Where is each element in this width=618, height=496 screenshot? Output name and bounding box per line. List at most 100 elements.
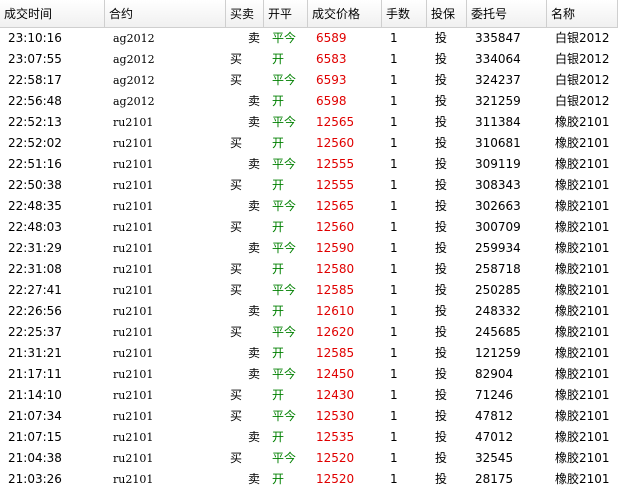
cell-contract: ru2101 xyxy=(113,368,154,381)
cell-price: 12610 xyxy=(316,304,355,318)
cell-time: 21:07:15 xyxy=(8,430,62,444)
table-row[interactable]: 21:31:21 ru2101 卖开 12585 1 投 121259 橡胶2101 xyxy=(0,343,618,364)
cell-contract: ru2101 xyxy=(113,473,154,486)
table-row[interactable]: 22:52:13 ru2101 卖平今 12565 1 投 311384 橡胶2101 xyxy=(0,112,618,133)
cell-price: 12535 xyxy=(316,430,355,444)
cell-order-no: 310681 xyxy=(475,136,521,150)
cell-contract: ag2012 xyxy=(113,95,155,108)
cell-hedge: 投 xyxy=(435,451,448,465)
cell-open-close: 平今 xyxy=(272,241,297,255)
column-header-price[interactable]: 成交价格 xyxy=(308,0,382,27)
table-row[interactable]: 22:48:35 ru2101 卖平今 12565 1 投 302663 橡胶2101 xyxy=(0,196,618,217)
cell-side: 卖 xyxy=(247,304,260,318)
cell-contract: ru2101 xyxy=(113,158,154,171)
table-row[interactable]: 22:56:48 ag2012 卖开 6598 1 投 321259 白银2012 xyxy=(0,91,618,112)
cell-open-close: 平今 xyxy=(272,73,297,87)
table-row[interactable]: 22:50:38 ru2101 买 开 12555 1 投 308343 橡胶2101 xyxy=(0,175,618,196)
table-row[interactable]: 23:10:16 ag2012 卖平今 6589 1 投 335847 白银2012 xyxy=(0,28,618,49)
table-row[interactable]: 21:17:11 ru2101 卖平今 12450 1 投 82904 橡胶2101 xyxy=(0,364,618,385)
cell-hedge: 投 xyxy=(435,430,448,444)
cell-hedge: 投 xyxy=(435,178,448,192)
table-row[interactable]: 22:51:16 ru2101 卖平今 12555 1 投 309119 橡胶2101 xyxy=(0,154,618,175)
cell-hedge: 投 xyxy=(435,199,448,213)
cell-open-close: 平今 xyxy=(272,283,297,297)
column-header-hedge[interactable]: 投保 xyxy=(427,0,467,27)
cell-hedge: 投 xyxy=(435,367,448,381)
cell-qty: 1 xyxy=(390,94,398,108)
column-header-qty[interactable]: 手数 xyxy=(382,0,427,27)
cell-hedge: 投 xyxy=(435,472,448,486)
cell-qty: 1 xyxy=(390,157,398,171)
cell-side: 卖 xyxy=(247,472,260,486)
trade-records-grid: 成交时间 合约 买卖 开平 成交价格 手数 投保 委托号 名称 23:10:16… xyxy=(0,0,618,496)
column-header-time[interactable]: 成交时间 xyxy=(0,0,105,27)
cell-price: 12555 xyxy=(316,157,355,171)
cell-price: 12565 xyxy=(316,199,355,213)
cell-name: 白银2012 xyxy=(555,52,610,66)
cell-time: 21:31:21 xyxy=(8,346,62,360)
cell-qty: 1 xyxy=(390,409,398,423)
table-row[interactable]: 21:14:10 ru2101 买 开 12430 1 投 71246 橡胶2101 xyxy=(0,385,618,406)
cell-contract: ru2101 xyxy=(113,263,154,276)
table-row[interactable]: 22:58:17 ag2012 买 平今 6593 1 投 324237 白银2012 xyxy=(0,70,618,91)
cell-name: 橡胶2101 xyxy=(555,199,610,213)
cell-time: 22:52:02 xyxy=(8,136,62,150)
cell-side: 买 xyxy=(230,388,243,402)
cell-open-close: 平今 xyxy=(272,115,297,129)
cell-contract: ru2101 xyxy=(113,200,154,213)
cell-order-no: 248332 xyxy=(475,304,521,318)
cell-order-no: 47012 xyxy=(475,430,514,444)
column-header-open-close[interactable]: 开平 xyxy=(264,0,308,27)
cell-hedge: 投 xyxy=(435,304,448,318)
cell-open-close: 平今 xyxy=(272,31,297,45)
cell-price: 12565 xyxy=(316,115,355,129)
table-row[interactable]: 22:25:37 ru2101 买 平今 12620 1 投 245685 橡胶2101 xyxy=(0,322,618,343)
cell-time: 22:52:13 xyxy=(8,115,62,129)
cell-open-close: 平今 xyxy=(272,367,297,381)
table-row[interactable]: 22:27:41 ru2101 买 平今 12585 1 投 250285 橡胶2101 xyxy=(0,280,618,301)
cell-order-no: 321259 xyxy=(475,94,521,108)
table-row[interactable]: 22:26:56 ru2101 卖开 12610 1 投 248332 橡胶2101 xyxy=(0,301,618,322)
column-header-side[interactable]: 买卖 xyxy=(226,0,264,27)
cell-qty: 1 xyxy=(390,31,398,45)
cell-open-close: 开 xyxy=(272,346,285,360)
cell-contract: ru2101 xyxy=(113,347,154,360)
cell-order-no: 71246 xyxy=(475,388,514,402)
cell-time: 22:25:37 xyxy=(8,325,62,339)
cell-hedge: 投 xyxy=(435,283,448,297)
cell-order-no: 300709 xyxy=(475,220,521,234)
cell-price: 12580 xyxy=(316,262,355,276)
cell-side: 买 xyxy=(230,52,243,66)
table-header: 成交时间 合约 买卖 开平 成交价格 手数 投保 委托号 名称 xyxy=(0,0,618,28)
table-row[interactable]: 23:07:55 ag2012 买 开 6583 1 投 334064 白银2012 xyxy=(0,49,618,70)
table-row[interactable]: 21:07:15 ru2101 卖开 12535 1 投 47012 橡胶2101 xyxy=(0,427,618,448)
cell-qty: 1 xyxy=(390,304,398,318)
cell-price: 12590 xyxy=(316,241,355,255)
cell-name: 橡胶2101 xyxy=(555,451,610,465)
table-row[interactable]: 21:07:34 ru2101 买 平今 12530 1 投 47812 橡胶2101 xyxy=(0,406,618,427)
table-row[interactable]: 21:04:38 ru2101 买 平今 12520 1 投 32545 橡胶2101 xyxy=(0,448,618,469)
cell-time: 22:27:41 xyxy=(8,283,62,297)
cell-time: 22:58:17 xyxy=(8,73,62,87)
cell-name: 橡胶2101 xyxy=(555,367,610,381)
table-row[interactable]: 22:48:03 ru2101 买 开 12560 1 投 300709 橡胶2101 xyxy=(0,217,618,238)
column-header-name[interactable]: 名称 xyxy=(547,0,618,27)
cell-price: 12520 xyxy=(316,472,355,486)
column-header-order-no[interactable]: 委托号 xyxy=(467,0,547,27)
cell-order-no: 302663 xyxy=(475,199,521,213)
cell-qty: 1 xyxy=(390,220,398,234)
cell-price: 12620 xyxy=(316,325,355,339)
table-row[interactable]: 22:52:02 ru2101 买 开 12560 1 投 310681 橡胶2101 xyxy=(0,133,618,154)
cell-time: 22:56:48 xyxy=(8,94,62,108)
table-row[interactable]: 22:31:08 ru2101 买 开 12580 1 投 258718 橡胶2101 xyxy=(0,259,618,280)
cell-side: 卖 xyxy=(247,94,260,108)
column-header-contract[interactable]: 合约 xyxy=(105,0,226,27)
cell-price: 6593 xyxy=(316,73,347,87)
cell-order-no: 308343 xyxy=(475,178,521,192)
cell-time: 23:07:55 xyxy=(8,52,62,66)
cell-price: 6583 xyxy=(316,52,347,66)
table-row[interactable]: 21:03:26 ru2101 卖开 12520 1 投 28175 橡胶2101 xyxy=(0,469,618,490)
cell-order-no: 28175 xyxy=(475,472,514,486)
cell-contract: ru2101 xyxy=(113,431,154,444)
table-row[interactable]: 22:31:29 ru2101 卖平今 12590 1 投 259934 橡胶2101 xyxy=(0,238,618,259)
